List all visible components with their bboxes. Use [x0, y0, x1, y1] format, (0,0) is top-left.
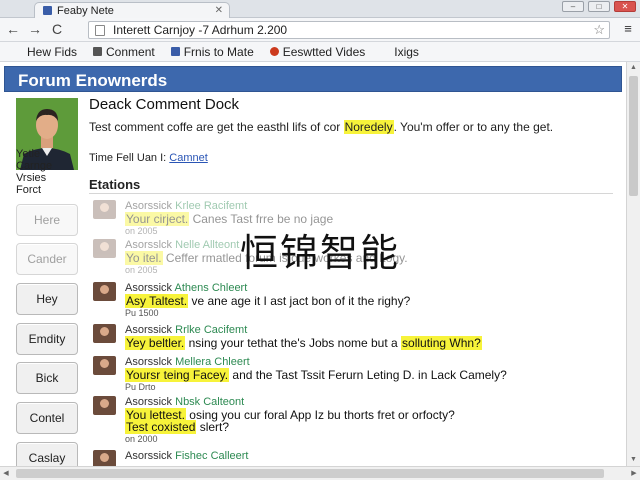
profile-line: Vrsies	[16, 172, 47, 184]
watermark-text: 恒锦智能	[240, 231, 401, 275]
comment-username[interactable]: Nelle Allteont	[175, 239, 239, 251]
tab-strip: Feaby Nete ✕ – □ ✕	[0, 0, 640, 18]
window-controls: – □ ✕	[562, 1, 636, 12]
bookmark-item[interactable]: Eeswtted Vides	[269, 45, 365, 59]
close-window-button[interactable]: ✕	[614, 1, 636, 12]
commenter-avatar	[93, 324, 116, 343]
bookmark-icon	[93, 47, 103, 56]
comment-date: on 2000	[125, 434, 158, 444]
commenter-avatar	[93, 396, 116, 415]
post-body: Test comment coffe are get the easthl li…	[89, 120, 554, 134]
vertical-scroll-thumb[interactable]	[629, 76, 638, 196]
commenter-avatar	[93, 450, 116, 466]
commenter-avatar	[93, 239, 116, 258]
divider	[89, 193, 613, 194]
reload-icon[interactable]: C	[48, 21, 66, 39]
bookmark-icon	[381, 47, 391, 56]
comment-username[interactable]: Fishec Calleert	[175, 450, 248, 462]
comment-date: on 2005	[125, 265, 158, 275]
comment-header: Asorssick Rrlke Cacifemt	[125, 324, 248, 336]
comment-username[interactable]: Mellera Chleert	[175, 356, 250, 368]
comment-text: Yoursr teing Facey. and the Tast Tssit F…	[125, 368, 507, 382]
comment-text-line2: Test coxisted slert?	[125, 420, 230, 434]
comment-text: Yey beltler. nsing your tethat the's Job…	[125, 336, 482, 350]
comment-header: Asorssick Krlee Racifemt	[125, 200, 248, 212]
comment-username[interactable]: Athens Chleert	[175, 282, 248, 294]
address-text: Interett Carnjoy -7 Adrhum 2.200	[113, 23, 288, 37]
page-viewport: Forum Enownerds Yetle Carnge Vrsies Forc…	[0, 62, 626, 466]
back-arrow-icon[interactable]: ←	[4, 21, 22, 39]
page-title: Deack Comment Dock	[89, 96, 240, 113]
comment-header: Asorssick Athens Chleert	[125, 282, 248, 294]
profile-line: Yetle	[16, 148, 41, 160]
profile-line: Forct	[16, 184, 42, 196]
bookmark-item[interactable]: Ixigs	[381, 45, 419, 59]
comment-username[interactable]: Rrlke Cacifemt	[175, 324, 247, 336]
sidebar-button-hey[interactable]: Hey	[16, 283, 78, 315]
vertical-scrollbar[interactable]: ▲ ▼	[626, 62, 640, 466]
favicon-icon	[43, 6, 52, 15]
time-info: Time Fell Uan I: Camnet	[89, 152, 208, 164]
scroll-down-icon[interactable]: ▼	[627, 454, 640, 466]
profile-line: Carnge	[16, 160, 53, 172]
bookmark-item[interactable]: Frnis to Mate	[170, 45, 254, 59]
address-bar[interactable]: Interett Carnjoy -7 Adrhum 2.200 ☆	[88, 21, 610, 39]
comment-text: Asy Taltest. ve ane age it I ast jact bo…	[125, 294, 411, 308]
bookmark-icon	[170, 47, 180, 56]
page-icon	[95, 24, 105, 36]
bookmark-icon	[269, 47, 279, 56]
menu-icon[interactable]: ≡	[620, 22, 636, 36]
time-link[interactable]: Camnet	[169, 152, 208, 164]
tab-title: Feaby Nete	[57, 4, 114, 17]
highlighted-text: Noredely	[343, 120, 394, 134]
sidebar-button-contel[interactable]: Contel	[16, 402, 78, 434]
comment-date: Pu Drto	[125, 382, 156, 392]
sidebar-button-here[interactable]: Here	[16, 204, 78, 236]
comment-username[interactable]: Krlee Racifemt	[175, 200, 247, 212]
comment-header: Asorssick Nbsk Calteont	[125, 396, 245, 408]
commenter-avatar	[93, 200, 116, 219]
forward-arrow-icon[interactable]: →	[26, 21, 44, 39]
commenter-avatar	[93, 356, 116, 375]
comment-header: Asorssick Fishec Calleert	[125, 450, 249, 462]
maximize-button[interactable]: □	[588, 1, 610, 12]
minimize-button[interactable]: –	[562, 1, 584, 12]
tab-close-icon[interactable]: ✕	[215, 5, 223, 16]
forum-header: Forum Enownerds	[4, 66, 622, 92]
forum-title: Forum Enownerds	[18, 71, 168, 90]
horizontal-scroll-thumb[interactable]	[16, 469, 604, 478]
comment-date: Pu 1500	[125, 308, 159, 318]
bookmark-icon	[14, 47, 23, 56]
sidebar-button-caslay[interactable]: Caslay	[16, 442, 78, 466]
sidebar-button-bick[interactable]: Bick	[16, 362, 78, 394]
browser-tab[interactable]: Feaby Nete ✕	[34, 2, 230, 18]
horizontal-scrollbar[interactable]: ◀ ▶	[0, 466, 640, 480]
comment-username[interactable]: Nbsk Calteont	[175, 396, 244, 408]
scroll-left-icon[interactable]: ◀	[0, 467, 12, 480]
sidebar-button-cander[interactable]: Cander	[16, 243, 78, 275]
bookmarks-bar: Hew Fids Conment Frnis to Mate Eeswtted …	[0, 42, 640, 62]
bookmark-item[interactable]: Conment	[93, 45, 155, 59]
comment-header: Asorsslck Mellera Chleert	[125, 356, 250, 368]
comment-date: on 2005	[125, 226, 158, 236]
sidebar-button-emdity[interactable]: Emdity	[16, 323, 78, 355]
scroll-right-icon[interactable]: ▶	[628, 467, 640, 480]
scroll-up-icon[interactable]: ▲	[627, 62, 640, 74]
browser-toolbar: ← → C Interett Carnjoy -7 Adrhum 2.200 ☆…	[0, 18, 640, 42]
profile-info: Yetle Carnge Vrsies Forct	[16, 148, 52, 196]
commenter-avatar	[93, 282, 116, 301]
bookmark-star-icon[interactable]: ☆	[593, 22, 605, 38]
comment-header: Asorsslck Nelle Allteont	[125, 239, 240, 251]
section-heading: Etations	[89, 177, 141, 192]
bookmark-item[interactable]: Hew Fids	[14, 45, 77, 59]
